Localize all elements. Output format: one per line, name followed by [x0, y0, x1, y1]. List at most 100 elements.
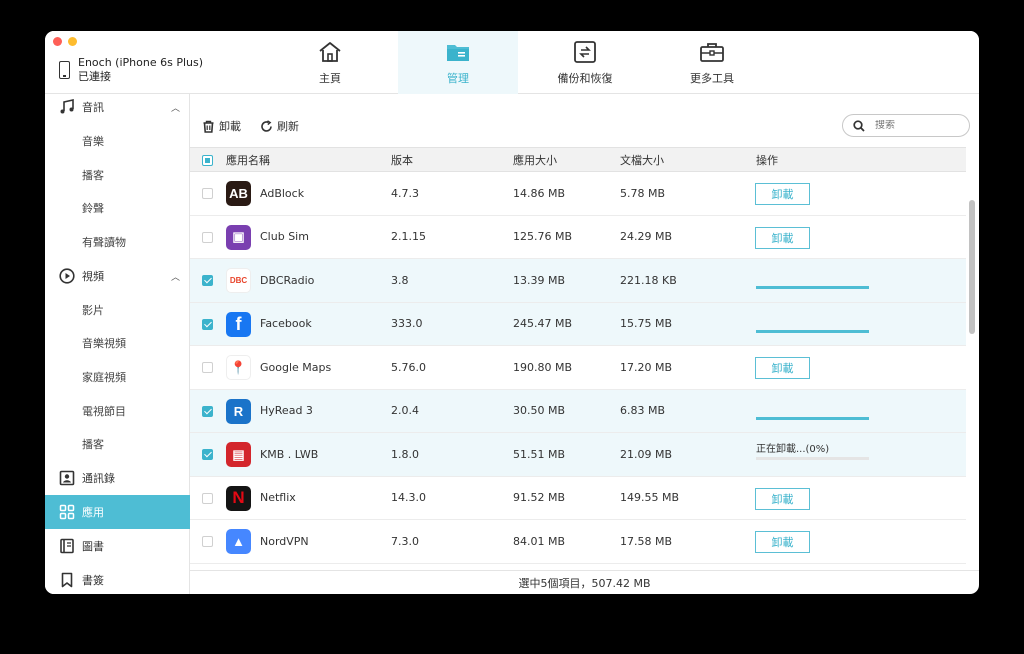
row-checkbox[interactable] [202, 275, 213, 286]
sidebar-item-label: 音訊 [82, 101, 104, 114]
app-size: 51.51 MB [513, 447, 566, 461]
table-row[interactable]: N Netflix 14.3.0 91.52 MB 149.55 MB 卸載 [190, 477, 966, 520]
row-checkbox[interactable] [202, 231, 213, 243]
tab-backup-restore[interactable]: 備份和恢復 [528, 31, 642, 94]
sidebar-item-tv-shows[interactable]: 電視節目 [45, 394, 190, 428]
uninstall-status-text: 正在卸載...(0%) [756, 444, 830, 455]
sidebar-item-ringtones[interactable]: 鈴聲 [45, 191, 190, 225]
table-row[interactable]: ▣ Club Sim 2.1.15 125.76 MB 24.29 MB 卸載 [190, 216, 966, 259]
scrollbar-thumb[interactable] [969, 200, 975, 334]
minimize-window-button[interactable] [68, 37, 77, 46]
top-bar: Enoch (iPhone 6s Plus) 已連接 主頁 管理 備份和恢復 更… [45, 31, 979, 94]
device-info[interactable]: Enoch (iPhone 6s Plus) 已連接 [59, 55, 203, 84]
sidebar-item-home-videos[interactable]: 家庭視頻 [45, 360, 190, 394]
table-row[interactable]: AB AdBlock 4.7.3 14.86 MB 5.78 MB 卸載 [190, 172, 966, 216]
tab-manage[interactable]: 管理 [398, 31, 518, 94]
app-version: 4.7.3 [391, 186, 419, 200]
col-header-name[interactable]: 應用名稱 [226, 148, 270, 171]
search-icon [853, 119, 865, 132]
table-row[interactable]: ▲ NordVPN 7.3.0 84.01 MB 17.58 MB 卸載 [190, 520, 966, 564]
app-table-body: AB AdBlock 4.7.3 14.86 MB 5.78 MB 卸載 ▣ Club Sim… [190, 172, 966, 570]
table-row[interactable]: 📍 Google Maps 5.76.0 190.80 MB 17.20 MB 卸載 [190, 346, 966, 390]
sidebar-item-books[interactable]: 圖書 [45, 529, 190, 563]
progress-fill [756, 286, 869, 289]
row-checkbox[interactable] [202, 449, 213, 460]
app-size: 84.01 MB [513, 534, 566, 548]
contacts-icon [59, 470, 75, 486]
sidebar-item-music[interactable]: 音樂 [45, 124, 190, 158]
sidebar-item-video-podcast[interactable]: 播客 [45, 427, 190, 461]
table-row[interactable]: ▤ KMB . LWB 1.8.0 51.51 MB 21.09 MB 正在卸載...(0… [190, 433, 966, 477]
sidebar-item-audio[interactable]: 音訊 ︿ [45, 90, 190, 124]
row-uninstall-button[interactable]: 卸載 [755, 487, 810, 510]
app-size: 245.47 MB [513, 317, 573, 331]
app-name: DBCRadio [260, 273, 315, 287]
row-checkbox[interactable] [202, 318, 213, 330]
col-header-app-size[interactable]: 應用大小 [513, 148, 557, 171]
sidebar-item-music-videos[interactable]: 音樂視頻 [45, 326, 190, 360]
col-header-version[interactable]: 版本 [391, 148, 413, 171]
selection-summary: 選中5個項目，507.42 MB [190, 570, 979, 594]
trash-icon [203, 120, 214, 133]
search-box[interactable] [842, 114, 970, 137]
sidebar-item-bookmarks[interactable]: 書簽 [45, 563, 190, 594]
row-checkbox[interactable] [202, 536, 213, 547]
uninstall-progress-bar [756, 416, 869, 420]
sidebar-item-audiobooks[interactable]: 有聲讀物 [45, 225, 190, 259]
refresh-icon [261, 119, 272, 132]
row-checkbox[interactable] [202, 188, 213, 199]
col-header-doc-size[interactable]: 文檔大小 [620, 148, 664, 171]
table-row[interactable]: DBC DBCRadio 3.8 13.39 MB 221.18 KB [190, 259, 966, 303]
tab-backup-restore-label: 備份和恢復 [557, 71, 613, 85]
table-header: 應用名稱 版本 應用大小 文檔大小 操作 [190, 147, 966, 172]
sidebar-item-contacts[interactable]: 通訊錄 [45, 461, 190, 495]
tab-more-tools-label: 更多工具 [690, 71, 734, 85]
app-version: 2.1.15 [391, 230, 426, 244]
sidebar-item-podcast[interactable]: 播客 [45, 158, 190, 192]
chevron-up-icon[interactable]: ︿ [171, 101, 180, 114]
sidebar-item-video[interactable]: 視頻 ︿ [45, 259, 190, 293]
sidebar-item-movies[interactable]: 影片 [45, 293, 190, 327]
sidebar-item-apps[interactable]: 應用 [45, 495, 190, 529]
doc-size: 6.83 MB [620, 404, 666, 418]
app-name: Club Sim [260, 230, 309, 244]
app-version: 3.8 [391, 273, 409, 287]
row-uninstall-button[interactable]: 卸載 [755, 183, 810, 205]
app-version: 5.76.0 [391, 360, 426, 374]
scrollbar[interactable] [969, 172, 975, 570]
device-name: Enoch (iPhone 6s Plus) [78, 56, 203, 69]
bookmark-icon [59, 572, 75, 588]
table-row[interactable]: R HyRead 3 2.0.4 30.50 MB 6.83 MB [190, 389, 966, 433]
select-all-checkbox[interactable] [202, 155, 213, 166]
row-checkbox[interactable] [202, 492, 213, 504]
sidebar-item-label: 書簽 [82, 574, 104, 587]
row-checkbox[interactable] [202, 405, 213, 417]
close-window-button[interactable] [53, 37, 62, 46]
sidebar-item-label: 家庭視頻 [82, 371, 126, 384]
uninstall-button[interactable]: 卸載 [202, 118, 241, 134]
refresh-button[interactable]: 刷新 [260, 118, 299, 134]
doc-size: 17.58 MB [620, 534, 673, 548]
music-note-icon [59, 99, 75, 115]
doc-size: 149.55 MB [620, 491, 680, 505]
tab-more-tools[interactable]: 更多工具 [655, 31, 769, 94]
uninstall-label: 卸載 [219, 120, 241, 133]
table-row[interactable]: f Facebook 333.0 245.47 MB 15.75 MB [190, 302, 966, 346]
sidebar-item-label: 音樂視頻 [82, 337, 126, 350]
row-checkbox[interactable] [202, 362, 213, 373]
doc-size: 24.29 MB [620, 230, 673, 244]
app-name: Netflix [260, 491, 296, 505]
play-circle-icon [59, 268, 75, 284]
netflix-app-icon: N [226, 485, 251, 511]
app-version: 7.3.0 [391, 534, 419, 548]
row-uninstall-button[interactable]: 卸載 [755, 226, 810, 249]
app-name: KMB . LWB [260, 447, 319, 461]
sidebar-item-label: 視頻 [82, 270, 104, 283]
app-size: 13.39 MB [513, 273, 566, 287]
row-uninstall-button[interactable]: 卸載 [755, 357, 810, 379]
row-uninstall-button[interactable]: 卸載 [755, 531, 810, 553]
chevron-up-icon[interactable]: ︿ [171, 270, 180, 283]
app-size: 30.50 MB [513, 404, 566, 418]
tab-home[interactable]: 主頁 [273, 31, 387, 94]
search-input[interactable] [875, 120, 955, 131]
